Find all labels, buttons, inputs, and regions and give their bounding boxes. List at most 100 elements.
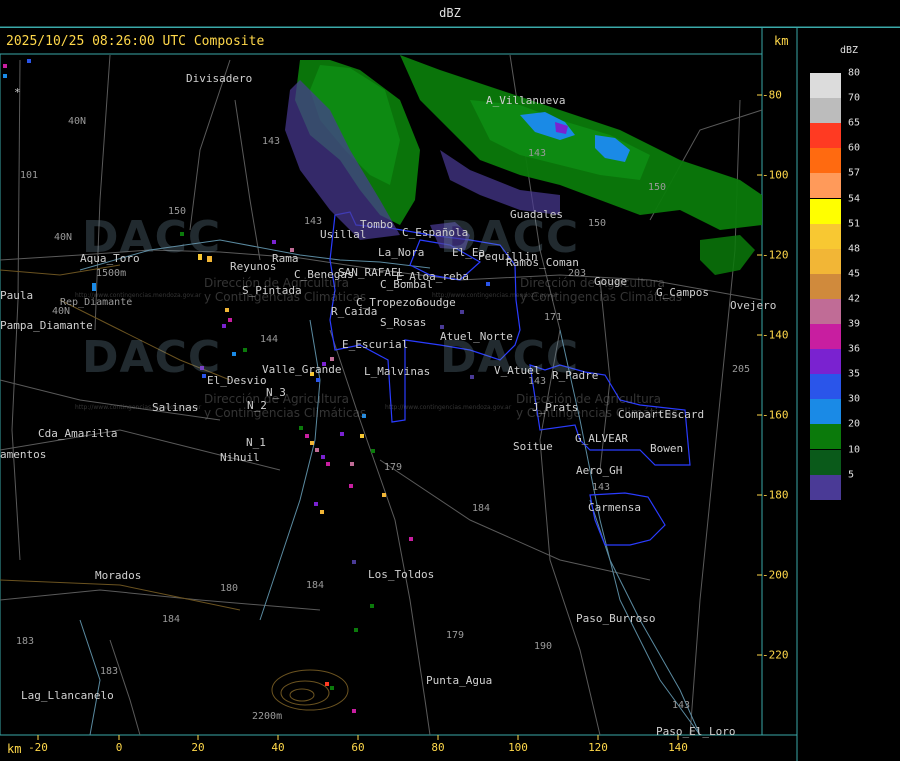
x-tick-label: -20 [28, 741, 48, 754]
road-number: 203 [568, 268, 587, 279]
legend-swatch [810, 98, 841, 124]
place-label: Gouge [594, 275, 628, 288]
y-axis-unit: km [774, 34, 789, 48]
place-label: Punta_Agua [426, 674, 493, 687]
place-label: Ovejero [730, 299, 777, 312]
road-number: 205 [732, 364, 751, 375]
y-tick-label: -80 [762, 88, 782, 102]
x-axis-unit: km [7, 742, 22, 756]
road-number: 143 [592, 482, 611, 493]
place-label: Lag_Llancanelo [21, 689, 114, 702]
place-label: J_Prats [532, 401, 579, 414]
x-tick-label: 140 [668, 741, 688, 754]
road-number: 171 [544, 312, 563, 323]
legend-value: 30 [848, 393, 861, 405]
road-number: 143 [262, 136, 281, 147]
place-label: Paso_El_Loro [656, 725, 736, 738]
road-number: 40N [52, 306, 71, 317]
road-number: 190 [534, 641, 553, 652]
watermark-subtitle: y Contingencias Climáticas [204, 406, 367, 420]
x-tick-label: 20 [191, 741, 205, 754]
road-number: 143 [304, 216, 323, 227]
place-label: A_Villanueva [486, 94, 566, 107]
road-number: 179 [384, 462, 403, 473]
place-label: Divisadero [186, 72, 253, 85]
place-label: R_Caida [331, 305, 378, 318]
place-label: N_3 [266, 386, 286, 399]
legend-swatch [810, 148, 841, 174]
place-label: Paso_Burroso [576, 612, 656, 625]
secondary-roads-layer [0, 264, 241, 611]
legend-swatch [810, 173, 841, 199]
place-label: Guadales [510, 208, 563, 221]
road-number: 143 [528, 376, 547, 387]
x-tick-label: 80 [431, 741, 445, 754]
x-tick-label: 60 [351, 741, 365, 754]
place-label: S_Pintada [242, 284, 302, 297]
road-number: 179 [446, 630, 465, 641]
y-tick-label: -120 [762, 248, 789, 262]
place-label: CompartEscard [618, 408, 705, 421]
legend-value: 10 [848, 444, 861, 455]
place-label: Pampa_Diamante [0, 319, 93, 332]
road-number: 40N [54, 232, 73, 243]
legend-value: 48 [848, 243, 861, 255]
legend-swatch [810, 123, 841, 149]
legend-swatch [810, 474, 841, 500]
y-tick-label: -160 [762, 408, 789, 422]
road-number: 184 [472, 503, 491, 514]
road-number: 183 [16, 636, 35, 647]
x-tick-label: 120 [588, 741, 608, 754]
road-number: 143 [528, 148, 547, 159]
legend-swatch [810, 273, 841, 299]
legend-swatch [810, 449, 841, 475]
y-tick-label: -180 [762, 488, 789, 502]
timestamp-label: 2025/10/25 08:26:00 UTC Composite [6, 34, 265, 49]
road-number: 184 [162, 614, 181, 625]
place-label: G_ALVEAR [575, 432, 628, 445]
elevation-label: 2200m [252, 711, 283, 722]
y-tick-label: -200 [762, 568, 789, 582]
place-label: Aqua_Toro [80, 252, 140, 265]
place-label: Cda_Amarilla [38, 427, 118, 440]
road-number: 150 [588, 218, 607, 229]
road-number: 40N [68, 116, 87, 127]
legend-swatch [810, 424, 841, 450]
place-label: Rep_Diamante [60, 297, 133, 308]
place-label: Reyunos [230, 260, 277, 273]
road-number: 144 [260, 334, 279, 345]
legend-value: 57 [848, 167, 861, 179]
road-number: 180 [220, 583, 239, 594]
legend-value: 42 [848, 293, 861, 305]
place-label: S_Rosas [380, 316, 427, 329]
terrain-contours [271, 669, 349, 711]
place-label: Tombo [360, 218, 394, 231]
legend-swatch [810, 73, 841, 98]
place-label: Carmensa [588, 501, 641, 514]
y-tick-label: -140 [762, 328, 789, 342]
legend-value: 51 [848, 218, 861, 230]
road-number: 183 [100, 666, 119, 677]
place-label: Atuel_Norte [440, 330, 513, 343]
legend-value: 35 [848, 368, 861, 380]
place-label: Bowen [650, 442, 684, 455]
place-label: Paula [0, 289, 34, 302]
legend-swatch [810, 374, 841, 400]
radar-window: dBZ DACC Dirección de Agricultura y Cont… [0, 0, 900, 761]
legend-swatch [810, 198, 841, 224]
place-label: C_Española [402, 226, 469, 239]
legend-value: 20 [848, 418, 861, 430]
legend-value: 80 [848, 67, 861, 79]
place-label: Valle_Grande [262, 363, 342, 376]
legend-value: 5 [848, 469, 855, 481]
place-label: N_2 [247, 399, 267, 412]
legend-title: dBZ [840, 45, 859, 56]
place-label: R_Padre [552, 369, 599, 382]
legend-swatch [810, 223, 841, 249]
place-label: El_Desvio [207, 374, 267, 387]
place-label: N_1 [246, 436, 266, 449]
place-label: Los_Toldos [368, 568, 435, 581]
place-label: L_Malvinas [364, 365, 431, 378]
legend-value: 60 [848, 142, 861, 154]
x-tick-label: 100 [508, 741, 528, 754]
